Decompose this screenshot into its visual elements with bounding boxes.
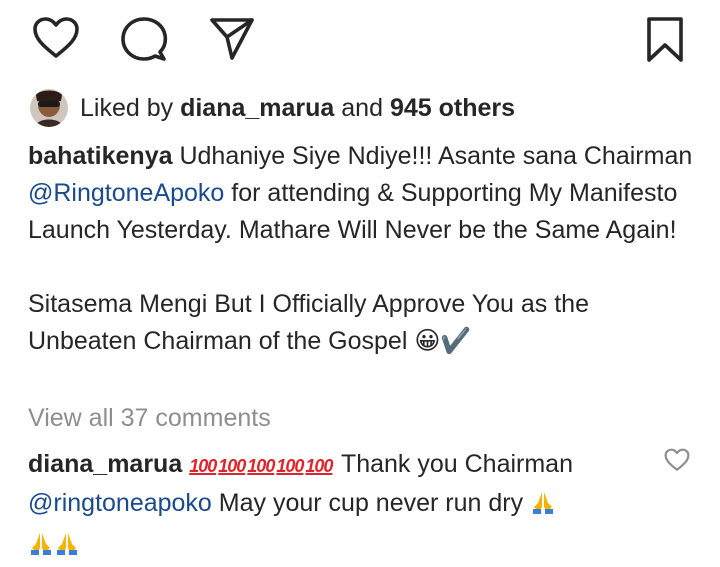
share-button[interactable] [208,16,256,62]
hundred-points-emojis: 100 100 100 100 100 [189,450,341,478]
comment-like-button[interactable] [664,448,690,477]
bookmark-icon [647,17,683,62]
heart-icon [664,448,690,471]
comment-username[interactable]: diana_marua [28,450,182,478]
liked-by-label: Liked by [80,93,174,122]
hundred-points-icon: 100 [247,456,275,476]
comment-item: diana_marua 100 100 100 100 100 Thank you Ch… [28,446,648,567]
folded-hands-icon [28,530,54,567]
paper-plane-icon [210,18,254,60]
caption-username[interactable]: bahatikenya [28,142,173,170]
likes-and-label: and [341,93,383,122]
hundred-points-icon: 100 [305,456,333,476]
liked-by-user-link[interactable]: diana_marua [180,94,334,122]
caption-text-1: Udhaniye Siye Ndiye!!! Asante sana Chair… [179,142,693,170]
caption-mention[interactable]: @RingtoneApoko [28,179,224,207]
post-action-bar [0,14,720,66]
caption-emoji: 😀✔️ [414,327,472,355]
hundred-points-icon: 100 [189,456,217,476]
save-button[interactable] [645,16,685,64]
avatar[interactable] [30,89,68,127]
caption-text-3: Sitasema Mengi But I Officially Approve … [28,290,589,355]
comment-icon [121,17,168,61]
comment-text-1: Thank you Chairman [340,450,573,478]
comment-button[interactable] [120,16,168,62]
likes-row: Liked by diana_marua and 945 others [30,88,515,128]
post-caption: bahatikenya Udhaniye Siye Ndiye!!! Asant… [28,138,700,360]
likes-others-link[interactable]: 945 others [390,94,515,122]
view-all-comments-link[interactable]: View all 37 comments [28,404,271,433]
avatar-image [30,89,68,127]
comment-mention[interactable]: @ringtoneapoko [28,489,212,517]
hundred-points-icon: 100 [218,456,246,476]
folded-hands-icon [54,530,80,567]
like-button[interactable] [32,16,80,60]
folded-hands-icon [530,489,556,526]
heart-icon [33,17,79,58]
hundred-points-icon: 100 [276,456,304,476]
comment-text-2: May your cup never run dry [218,489,524,517]
